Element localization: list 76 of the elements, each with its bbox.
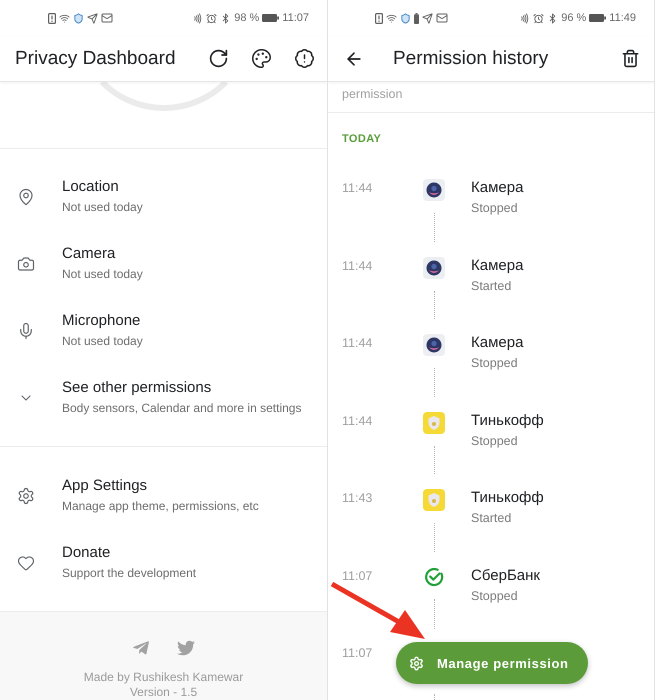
battery-icon — [262, 14, 280, 22]
palette-icon[interactable] — [251, 48, 272, 69]
camera-icon — [17, 254, 35, 272]
event-time: 11:44 — [342, 335, 374, 352]
credit-text: Made by Rushikesh Kamewar — [84, 670, 244, 685]
shield-app-icon — [423, 412, 445, 434]
envelope-icon — [436, 12, 448, 24]
event-status: Stopped — [471, 200, 519, 217]
paper-plane-icon — [422, 12, 433, 24]
alert-card-icon — [48, 12, 56, 24]
bluetooth-icon — [547, 12, 558, 24]
battery-percentage: 98 % — [234, 12, 260, 24]
location-pin-icon — [17, 188, 35, 206]
alarm-clock-icon — [206, 12, 218, 24]
lens-app-icon — [423, 256, 445, 278]
event-time: 11:44 — [342, 258, 374, 274]
lens-app-icon — [423, 179, 445, 201]
bluetooth-icon — [220, 12, 232, 24]
app-name[interactable]: Камера — [471, 256, 654, 276]
alert-card-icon — [375, 12, 383, 24]
item-subtitle: Not used today — [62, 333, 143, 350]
alert-badge-icon[interactable] — [294, 48, 315, 69]
lens-app-icon — [423, 334, 445, 356]
alarm-clock-icon — [533, 12, 544, 24]
item-subtitle: Support the development — [62, 565, 196, 582]
event-time: 11:43 — [342, 490, 374, 507]
section-label: TODAY — [342, 133, 382, 146]
app-name[interactable]: СберБанк — [471, 566, 654, 586]
nfc-icon — [519, 12, 530, 24]
clock-time: 11:49 — [609, 12, 636, 24]
event-time: 11:44 — [342, 412, 374, 430]
settings-icon — [409, 656, 424, 670]
shield-app-icon — [423, 489, 445, 511]
clock-time: 11:07 — [282, 12, 309, 24]
event-status: Stopped — [471, 588, 519, 604]
event-time: 11:07 — [342, 645, 374, 662]
item-subtitle: Manage app theme, permissions, etc — [62, 498, 259, 515]
app-name[interactable]: Камера — [471, 333, 654, 353]
app-title: Permission history — [393, 48, 550, 70]
item-subtitle: Body sensors, Calendar and more in settings — [62, 400, 302, 417]
wifi-icon — [59, 12, 70, 24]
nfc-icon — [192, 12, 204, 24]
shield-icon — [400, 12, 411, 24]
event-status: Started — [471, 278, 512, 294]
item-subtitle: Not used today — [62, 199, 143, 216]
event-status: Stopped — [471, 432, 519, 450]
microphone-icon — [17, 322, 35, 340]
event-time: 11:44 — [342, 180, 374, 197]
settings-icon — [17, 486, 35, 504]
item-title[interactable]: Location — [62, 177, 143, 197]
app-name[interactable]: Тинькофф — [471, 488, 654, 508]
description-text: permission — [342, 87, 402, 101]
event-time: 11:07 — [342, 568, 374, 584]
heart-icon — [17, 554, 35, 572]
item-subtitle: Not used today — [62, 266, 143, 283]
version-text: Version - 1.5 — [130, 685, 198, 700]
item-title[interactable]: See other permissions — [62, 378, 302, 398]
item-title[interactable]: Camera — [62, 244, 143, 264]
check-circle-icon — [424, 566, 444, 586]
item-title[interactable]: Donate — [62, 543, 196, 563]
small-battery-icon — [414, 12, 419, 24]
item-title[interactable]: Microphone — [62, 311, 143, 331]
envelope-icon — [101, 12, 113, 24]
refresh-icon[interactable] — [208, 48, 229, 69]
wifi-icon — [386, 12, 397, 24]
paper-plane-icon — [87, 12, 98, 24]
item-title[interactable]: App Settings — [62, 476, 259, 496]
battery-percentage: 96 % — [561, 12, 586, 24]
event-status: Started — [471, 510, 512, 527]
trash-icon[interactable] — [621, 49, 640, 68]
shield-icon — [73, 12, 84, 24]
app-name[interactable]: Камера — [471, 178, 654, 198]
event-status: Stopped — [471, 355, 519, 372]
app-title: Privacy Dashboard — [15, 48, 177, 70]
app-name[interactable]: Тинькофф — [471, 410, 654, 430]
battery-icon — [589, 14, 606, 22]
